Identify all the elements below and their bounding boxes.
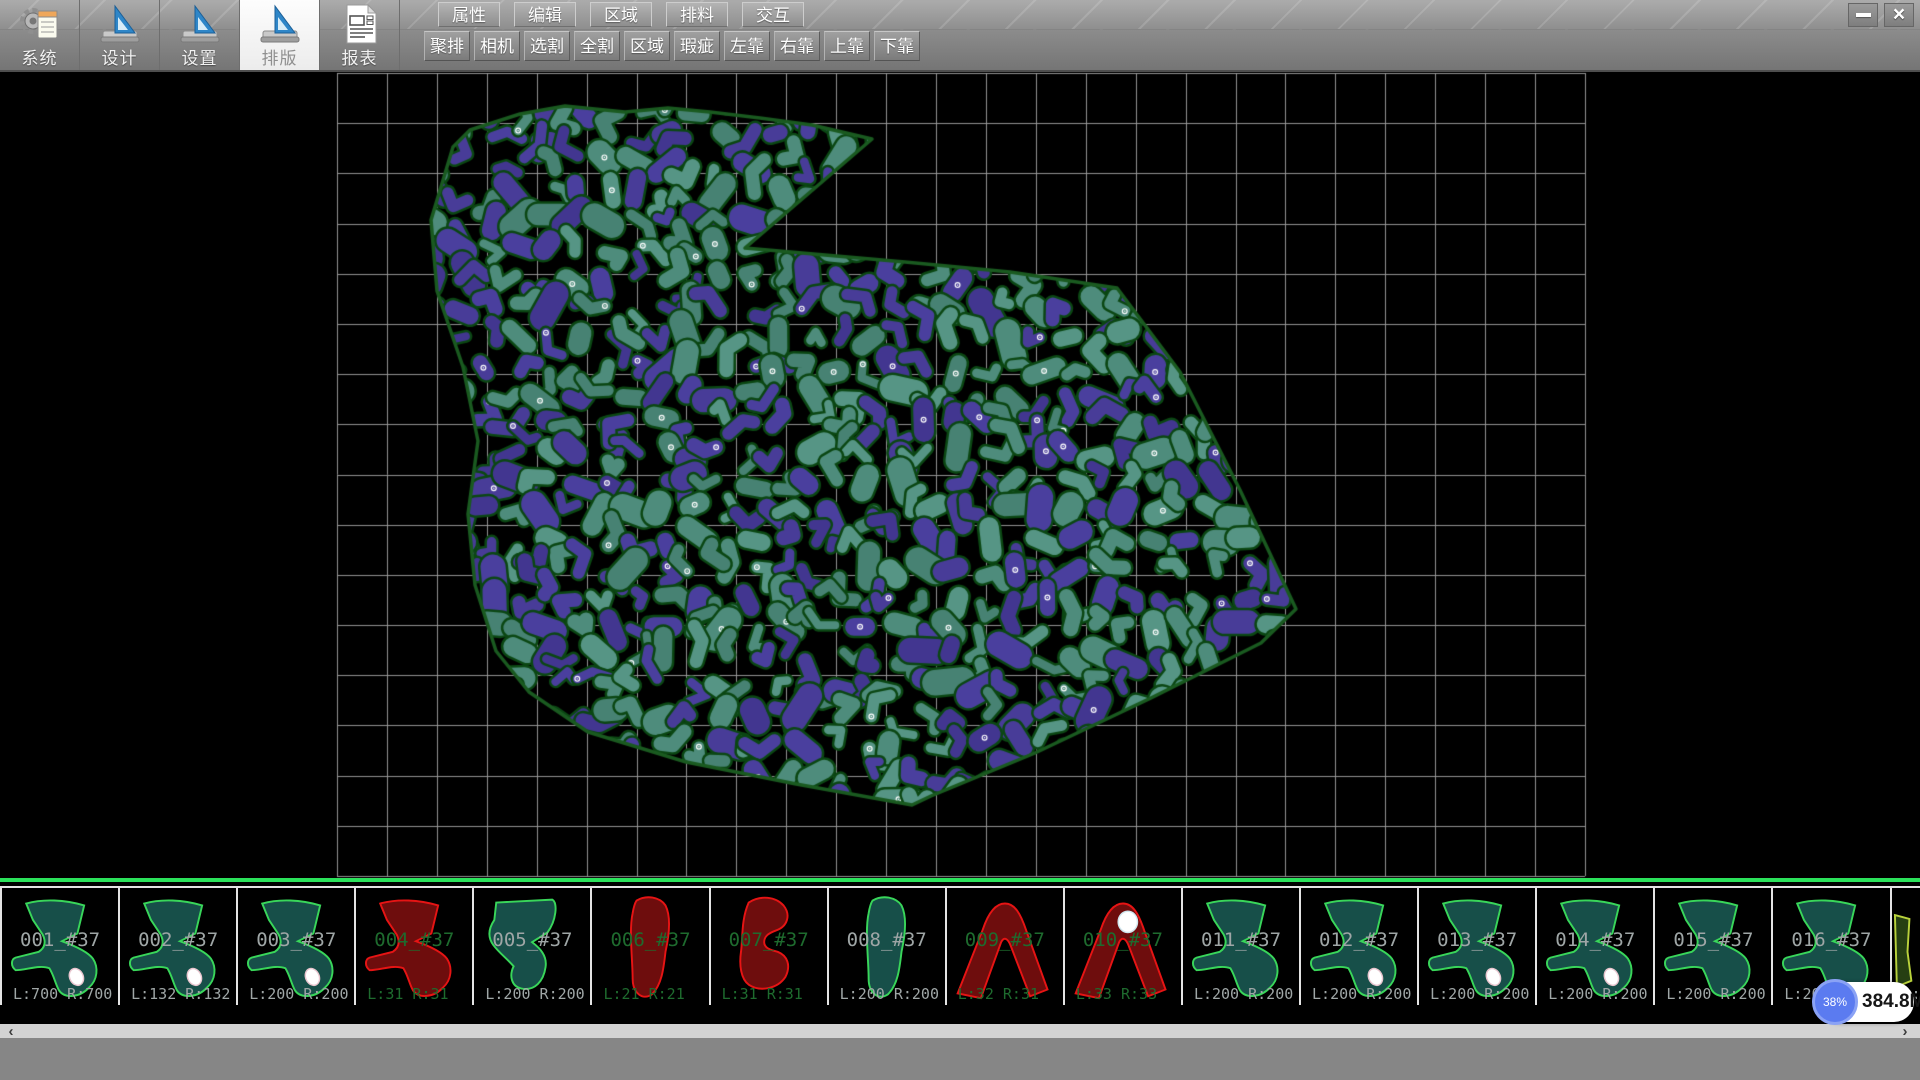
tab-setup[interactable]: 设置 <box>160 0 240 70</box>
ruler-triangle-icon <box>98 2 142 46</box>
tab-report[interactable]: 报表 <box>320 0 400 70</box>
part-thumbnail-5[interactable]: 005_#37 L:200 R:200 <box>474 888 592 1005</box>
strip-divider-line <box>0 878 1920 882</box>
badge-percent: 38% <box>1812 979 1858 1025</box>
part-thumbnail-4[interactable]: 004_#37 L:31 R:31 <box>356 888 474 1005</box>
tool-button-1[interactable]: 聚排 <box>424 31 470 61</box>
tool-button-7[interactable]: 左靠 <box>724 31 770 61</box>
window-buttons: × <box>1848 3 1914 27</box>
part-id: 015_#37 <box>1655 929 1771 951</box>
tab-label: 系统 <box>0 44 79 69</box>
part-lr-count: L:33 R:33 <box>1076 985 1157 1003</box>
part-lr-count: L:200 R:200 <box>1312 985 1411 1003</box>
tab-label: 设计 <box>80 44 159 69</box>
part-lr-count: L:32 R:31 <box>958 985 1039 1003</box>
part-id: 001_#37 <box>2 929 118 951</box>
part-thumbnail-12[interactable]: 012_#37 L:200 R:200 <box>1301 888 1419 1005</box>
app-window: 系统 设计 设置 排版 报表 属性编辑区域排料交互 聚排相机选割全割区域瑕疵左靠… <box>0 0 1920 1080</box>
part-lr-count: L:31 R:31 <box>367 985 448 1003</box>
menu-item-1[interactable]: 属性 <box>438 2 500 27</box>
nesting-viewport-canvas[interactable] <box>0 72 1920 878</box>
system-icon <box>18 2 62 46</box>
part-thumbnail-13[interactable]: 013_#37 L:200 R:200 <box>1419 888 1537 1005</box>
part-id: 002_#37 <box>120 929 236 951</box>
part-id: 011_#37 <box>1183 929 1299 951</box>
part-thumbnail-9[interactable]: 009_#37 L:32 R:31 <box>947 888 1065 1005</box>
part-lr-count: L:200 R:200 <box>249 985 348 1003</box>
part-lr-count: L:21 R:21 <box>603 985 684 1003</box>
scroll-left-arrow[interactable]: ‹ <box>2 1024 20 1038</box>
tab-label: 设置 <box>160 44 239 69</box>
part-lr-count: L:200 R:200 <box>1548 985 1647 1003</box>
tool-button-4[interactable]: 全割 <box>574 31 620 61</box>
tab-label: 报表 <box>320 44 399 69</box>
part-lr-count: L:31 R:31 <box>722 985 803 1003</box>
part-id: 008_#37 <box>829 929 945 951</box>
part-id: 006_#37 <box>592 929 708 951</box>
horizontal-scrollbar[interactable]: ‹ › <box>0 1024 1920 1038</box>
tab-layout[interactable]: 排版 <box>240 0 320 70</box>
part-id: 007_#37 <box>711 929 827 951</box>
menu-item-2[interactable]: 编辑 <box>514 2 576 27</box>
part-id: 010_#37 <box>1065 929 1181 951</box>
menu-item-3[interactable]: 区域 <box>590 2 652 27</box>
part-lr-count: L:200 R:200 <box>840 985 939 1003</box>
tool-button-6[interactable]: 瑕疵 <box>674 31 720 61</box>
part-thumbnail-15[interactable]: 015_#37 L:200 R:200 <box>1655 888 1773 1005</box>
menu-row-top: 属性编辑区域排料交互 <box>438 2 804 27</box>
tool-button-3[interactable]: 选割 <box>524 31 570 61</box>
minimize-button[interactable] <box>1848 3 1878 27</box>
part-id: 005_#37 <box>474 929 590 951</box>
part-id: 003_#37 <box>238 929 354 951</box>
close-button[interactable]: × <box>1884 3 1914 27</box>
tool-button-9[interactable]: 上靠 <box>824 31 870 61</box>
part-lr-count: L:700 R:700 <box>13 985 112 1003</box>
part-thumbnail-1[interactable]: 001_#37 L:700 R:700 <box>0 888 120 1005</box>
memory-monitor-badge[interactable]: 38% 384.8M <box>1812 979 1914 1025</box>
report-icon <box>338 2 382 46</box>
part-thumbnail-7[interactable]: 007_#37 L:31 R:31 <box>711 888 829 1005</box>
badge-size: 384.8M <box>1862 982 1920 1022</box>
part-lr-count: L:132 R:132 <box>131 985 230 1003</box>
part-thumbnail-2[interactable]: 002_#37 L:132 R:132 <box>120 888 238 1005</box>
tool-button-2[interactable]: 相机 <box>474 31 520 61</box>
parts-thumbnail-strip: 001_#37 L:700 R:700 002_#37 L:132 R:132 … <box>0 886 1920 1005</box>
part-thumbnail-3[interactable]: 003_#37 L:200 R:200 <box>238 888 356 1005</box>
ruler-triangle-icon <box>178 2 222 46</box>
part-thumbnail-10[interactable]: 010_#37 L:33 R:33 <box>1065 888 1183 1005</box>
tab-design[interactable]: 设计 <box>80 0 160 70</box>
menu-item-5[interactable]: 交互 <box>742 2 804 27</box>
part-lr-count: L:200 R:200 <box>1430 985 1529 1003</box>
part-thumbnail-6[interactable]: 006_#37 L:21 R:21 <box>592 888 710 1005</box>
tool-button-10[interactable]: 下靠 <box>874 31 920 61</box>
part-lr-count: L:200 R:200 <box>485 985 584 1003</box>
part-id: 009_#37 <box>947 929 1063 951</box>
status-bar <box>0 1038 1920 1080</box>
menu-item-4[interactable]: 排料 <box>666 2 728 27</box>
tool-button-8[interactable]: 右靠 <box>774 31 820 61</box>
main-tabs: 系统 设计 设置 排版 报表 <box>0 0 400 70</box>
part-thumbnail-11[interactable]: 011_#37 L:200 R:200 <box>1183 888 1301 1005</box>
part-id: 014_#37 <box>1537 929 1653 951</box>
titlebar: 系统 设计 设置 排版 报表 属性编辑区域排料交互 聚排相机选割全割区域瑕疵左靠… <box>0 0 1920 72</box>
ruler-triangle-icon <box>258 2 302 46</box>
part-lr-count: L:200 R:200 <box>1194 985 1293 1003</box>
minimize-icon <box>1856 13 1871 17</box>
part-id: 012_#37 <box>1301 929 1417 951</box>
scroll-right-arrow[interactable]: › <box>1896 1024 1914 1038</box>
part-id: 016_#37 <box>1773 929 1889 951</box>
toolbar-row-bottom: 聚排相机选割全割区域瑕疵左靠右靠上靠下靠 <box>424 31 920 61</box>
tab-system[interactable]: 系统 <box>0 0 80 70</box>
part-thumbnail-8[interactable]: 008_#37 L:200 R:200 <box>829 888 947 1005</box>
part-thumbnail-14[interactable]: 014_#37 L:200 R:200 <box>1537 888 1655 1005</box>
part-id: 013_#37 <box>1419 929 1535 951</box>
tab-label: 排版 <box>240 44 319 69</box>
part-id: 004_#37 <box>356 929 472 951</box>
close-icon: × <box>1893 5 1905 25</box>
part-lr-count: L:200 R:200 <box>1666 985 1765 1003</box>
tool-button-5[interactable]: 区域 <box>624 31 670 61</box>
